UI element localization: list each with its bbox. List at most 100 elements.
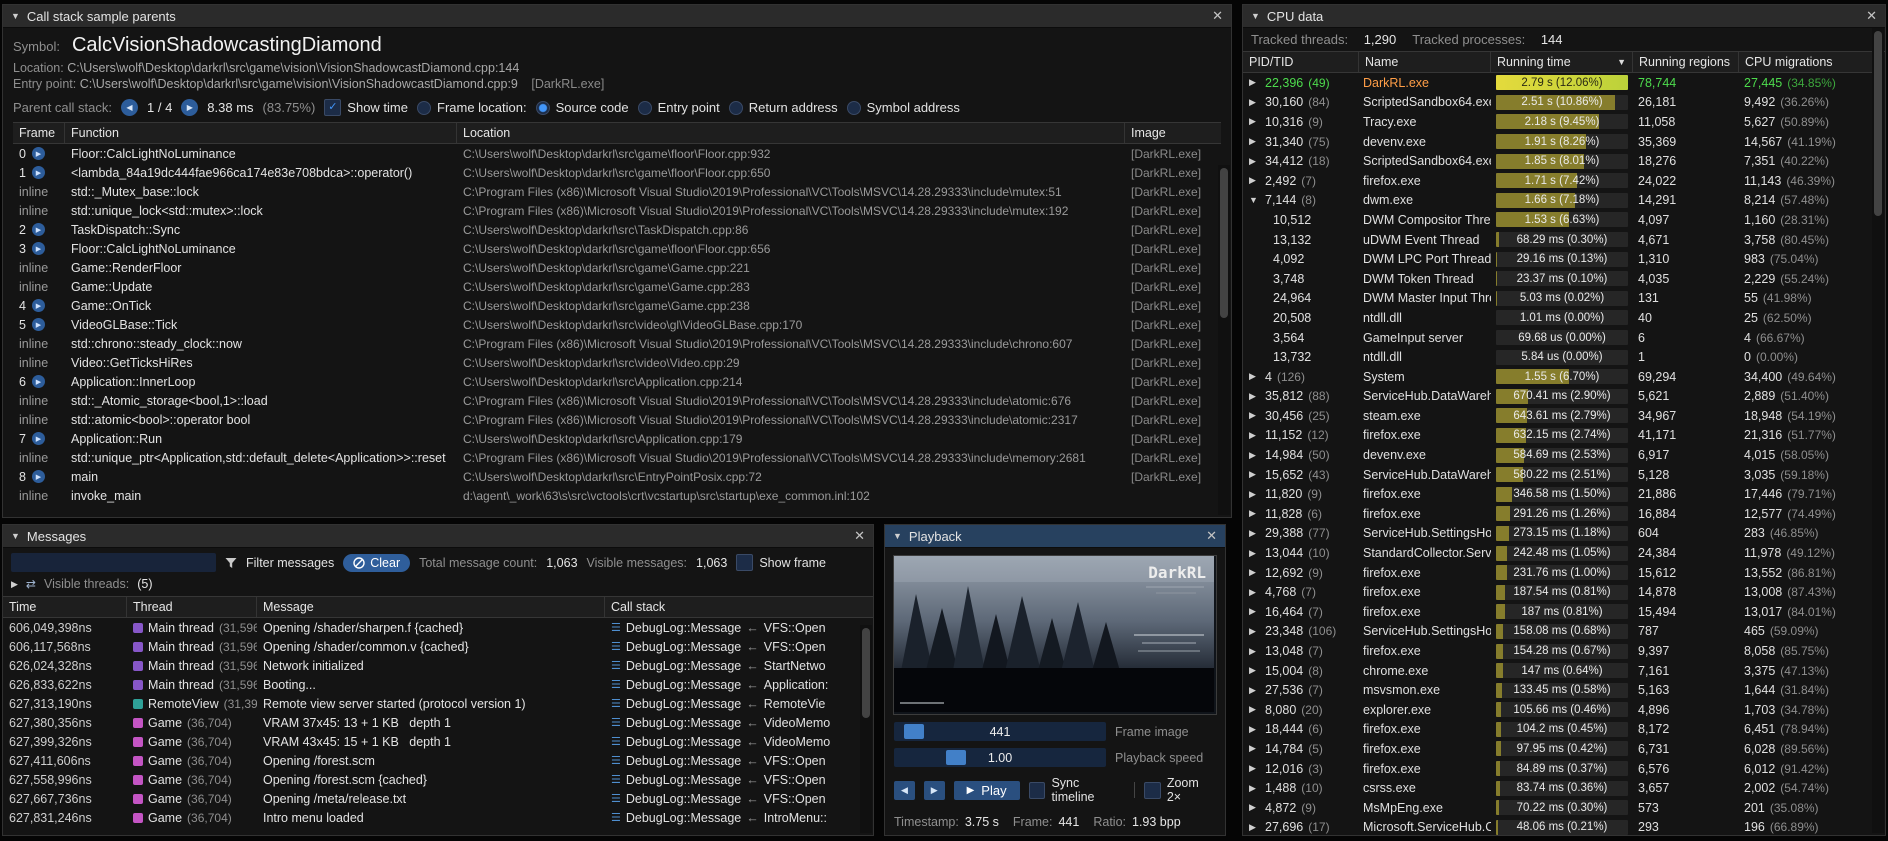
play-button[interactable]: ▶ Play (954, 781, 1020, 800)
column-header-running-time[interactable]: Running time▼ (1491, 52, 1633, 72)
column-header-frame[interactable]: Frame (13, 123, 65, 143)
cpu-titlebar[interactable]: ▼ CPU data ✕ (1243, 5, 1885, 28)
collapse-icon[interactable]: ▼ (11, 531, 20, 541)
playback-speed-slider[interactable]: 1.00 (894, 748, 1106, 767)
cpu-row[interactable]: ▶12,692(9)firefox.exe231.76 ms (1.00%)15… (1243, 563, 1872, 583)
step-forward-button[interactable]: ▶ (924, 781, 945, 800)
column-header-cpu-migrations[interactable]: CPU migrations (1739, 52, 1872, 72)
callstack-frame-row[interactable]: 7▶Application::RunC:\Users\wolf\Desktop\… (13, 429, 1221, 448)
collapse-icon[interactable]: ▼ (11, 11, 20, 21)
cpu-row[interactable]: ▶30,456(25)steam.exe643.61 ms (2.79%)34,… (1243, 406, 1872, 426)
expand-expander-icon[interactable]: ▶ (1249, 587, 1260, 598)
cpu-row[interactable]: ▶8,080(20)explorer.exe105.66 ms (0.46%)4… (1243, 700, 1872, 720)
expand-expander-icon[interactable]: ▶ (1249, 704, 1260, 715)
cpu-row[interactable]: ▶14,984(50)devenv.exe584.69 ms (2.53%)6,… (1243, 445, 1872, 465)
cpu-row[interactable]: 3,564GameInput server69.68 us (0.00%)64(… (1243, 328, 1872, 348)
cpu-row[interactable]: ▶29,388(77)ServiceHub.SettingsHost273.15… (1243, 524, 1872, 544)
message-callstack[interactable]: ☰DebugLog::Message←VFS::Open (605, 619, 873, 637)
column-header-running-regions[interactable]: Running regions (1633, 52, 1739, 72)
cpu-row[interactable]: ▶16,464(7)firefox.exe187 ms (0.81%)15,49… (1243, 602, 1872, 622)
callstack-frame-row[interactable]: inlineinvoke_maind:\agent\_work\63\s\src… (13, 486, 1221, 505)
expand-expander-icon[interactable]: ▶ (1249, 371, 1260, 382)
cpu-row[interactable]: ▶4(126)System1.55 s (6.70%)69,29434,400(… (1243, 367, 1872, 387)
callstack-frame-row[interactable]: 5▶VideoGLBase::TickC:\Users\wolf\Desktop… (13, 315, 1221, 334)
message-row[interactable]: 606,117,568nsMain thread(31,596)Opening … (3, 637, 873, 656)
scrollbar[interactable] (860, 625, 872, 833)
callstack-frame-row[interactable]: 0▶Floor::CalcLightNoLuminanceC:\Users\wo… (13, 144, 1221, 163)
message-row[interactable]: 627,558,996nsGame(36,704)Opening /forest… (3, 770, 873, 789)
scrollbar[interactable] (1218, 165, 1230, 515)
column-header-thread[interactable]: Thread (127, 597, 257, 617)
message-callstack[interactable]: ☰DebugLog::Message←RemoteVie (605, 695, 873, 713)
expand-expander-icon[interactable]: ▶ (1249, 665, 1260, 676)
expand-expander-icon[interactable]: ▶ (1249, 724, 1260, 735)
callstack-frame-row[interactable]: inlineVideo::GetTicksHiResC:\Users\wolf\… (13, 353, 1221, 372)
expand-expander-icon[interactable]: ▶ (1249, 783, 1260, 794)
message-row[interactable]: 626,833,622nsMain thread(31,596)Booting.… (3, 675, 873, 694)
frame-jump-button[interactable]: ▶ (32, 299, 45, 312)
expand-expander-icon[interactable]: ▶ (1249, 116, 1260, 127)
cpu-row[interactable]: ▶15,652(43)ServiceHub.DataWarehouse580.2… (1243, 465, 1872, 485)
cpu-row[interactable]: ▶35,812(88)ServiceHub.DataWarehouse670.4… (1243, 387, 1872, 407)
expand-expander-icon[interactable]: ▶ (1249, 743, 1260, 754)
scrollbar[interactable] (1872, 28, 1884, 833)
clear-button[interactable]: Clear (343, 554, 410, 572)
message-callstack[interactable]: ☰DebugLog::Message←Application: (605, 676, 873, 694)
cpu-row[interactable]: ▶11,152(12)firefox.exe632.15 ms (2.74%)4… (1243, 426, 1872, 446)
expander-icon[interactable]: ▶ (11, 579, 18, 590)
frame-jump-button[interactable]: ▶ (32, 242, 45, 255)
callstack-frame-row[interactable]: inlinestd::unique_lock<std::mutex>::lock… (13, 201, 1221, 220)
message-callstack[interactable]: ☰DebugLog::Message←IntroMenu:: (605, 809, 873, 827)
expand-expander-icon[interactable]: ▶ (1249, 450, 1260, 461)
cpu-row[interactable]: ▶4,768(7)firefox.exe187.54 ms (0.81%)14,… (1243, 582, 1872, 602)
collapse-expander-icon[interactable]: ▼ (1249, 195, 1260, 205)
step-back-button[interactable]: ◀ (894, 781, 915, 800)
scrollbar-thumb[interactable] (1220, 168, 1228, 318)
message-callstack[interactable]: ☰DebugLog::Message←VideoMemo (605, 714, 873, 732)
show-frame-checkbox[interactable]: Show frame (736, 554, 826, 571)
playback-titlebar[interactable]: ▼ Playback ✕ (885, 525, 1225, 548)
expand-expander-icon[interactable]: ▶ (1249, 548, 1260, 559)
callstack-frame-row[interactable]: inlineGame::UpdateC:\Users\wolf\Desktop\… (13, 277, 1221, 296)
expand-expander-icon[interactable]: ▶ (1249, 763, 1260, 774)
expand-expander-icon[interactable]: ▶ (1249, 489, 1260, 500)
cpu-row[interactable]: ▶15,004(8)chrome.exe147 ms (0.64%)7,1613… (1243, 661, 1872, 681)
column-header-image[interactable]: Image (1125, 123, 1221, 143)
expand-expander-icon[interactable]: ▶ (1249, 469, 1260, 480)
message-row[interactable]: 627,411,606nsGame(36,704)Opening /forest… (3, 751, 873, 770)
cpu-row[interactable]: ▶2,492(7)firefox.exe1.71 s (7.42%)24,022… (1243, 171, 1872, 191)
column-header-message[interactable]: Message (257, 597, 605, 617)
expand-expander-icon[interactable]: ▶ (1249, 77, 1260, 88)
callstack-frame-row[interactable]: 4▶Game::OnTickC:\Users\wolf\Desktop\dark… (13, 296, 1221, 315)
column-header-time[interactable]: Time (3, 597, 127, 617)
cpu-row[interactable]: ▼7,144(8)dwm.exe1.66 s (7.18%)14,2918,21… (1243, 191, 1872, 211)
column-header-name[interactable]: Name (1359, 52, 1491, 72)
message-callstack[interactable]: ☰DebugLog::Message←StartNetwo (605, 657, 873, 675)
cpu-row[interactable]: ▶11,828(6)firefox.exe291.26 ms (1.26%)16… (1243, 504, 1872, 524)
expand-expander-icon[interactable]: ▶ (1249, 97, 1260, 108)
zoom-checkbox[interactable]: Zoom 2× (1144, 776, 1216, 804)
prev-parent-button[interactable]: ◀ (121, 99, 138, 116)
expand-expander-icon[interactable]: ▶ (1249, 567, 1260, 578)
callstack-frame-row[interactable]: 3▶Floor::CalcLightNoLuminanceC:\Users\wo… (13, 239, 1221, 258)
close-icon[interactable]: ✕ (1866, 8, 1877, 24)
cpu-row[interactable]: 24,964DWM Master Input Thread5.03 ms (0.… (1243, 289, 1872, 309)
cpu-row[interactable]: ▶34,412(18)ScriptedSandbox64.exe1.85 s (… (1243, 151, 1872, 171)
cpu-row[interactable]: 3,748DWM Token Thread23.37 ms (0.10%)4,0… (1243, 269, 1872, 289)
cpu-row[interactable]: 13,132uDWM Event Thread68.29 ms (0.30%)4… (1243, 230, 1872, 250)
expand-expander-icon[interactable]: ▶ (1249, 175, 1260, 186)
close-icon[interactable]: ✕ (1206, 528, 1217, 544)
cpu-row[interactable]: ▶13,048(7)firefox.exe154.28 ms (0.67%)9,… (1243, 641, 1872, 661)
close-icon[interactable]: ✕ (854, 528, 865, 544)
cpu-row[interactable]: 20,508ntdll.dll1.01 ms (0.00%)4025(62.50… (1243, 308, 1872, 328)
expand-expander-icon[interactable]: ▶ (1249, 626, 1260, 637)
cpu-row[interactable]: ▶4,872(9)MsMpEng.exe70.22 ms (0.30%)5732… (1243, 798, 1872, 818)
callstack-frame-row[interactable]: 8▶mainC:\Users\wolf\Desktop\darkrl\src\E… (13, 467, 1221, 486)
callstack-frame-row[interactable]: 2▶TaskDispatch::SyncC:\Users\wolf\Deskto… (13, 220, 1221, 239)
column-header-location[interactable]: Location (457, 123, 1125, 143)
cpu-row[interactable]: 10,512DWM Compositor Thread1.53 s (6.63%… (1243, 210, 1872, 230)
expand-expander-icon[interactable]: ▶ (1249, 156, 1260, 167)
cpu-row[interactable]: 13,732ntdll.dll5.84 us (0.00%)10(0.00%) (1243, 347, 1872, 367)
callstack-frame-row[interactable]: 1▶<lambda_84a19dc444fae966ca174e83e708bd… (13, 163, 1221, 182)
cpu-row[interactable]: ▶18,444(6)firefox.exe104.2 ms (0.45%)8,1… (1243, 720, 1872, 740)
